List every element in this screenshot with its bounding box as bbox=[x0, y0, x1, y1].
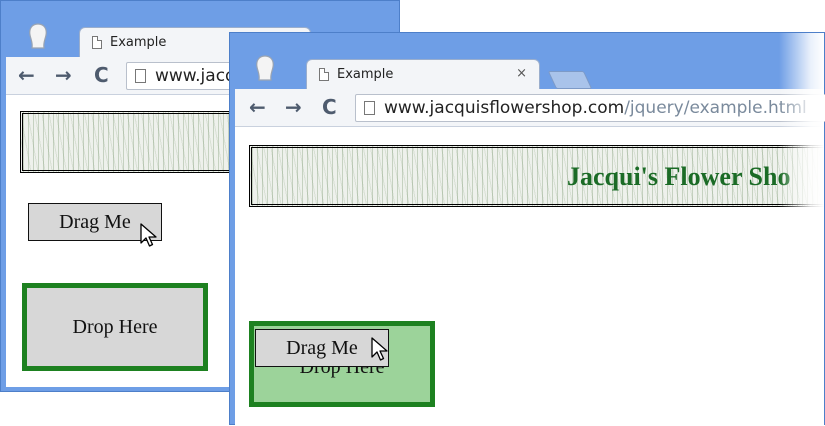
mouse-pointer-icon bbox=[140, 223, 157, 247]
new-tab-icon[interactable] bbox=[547, 71, 593, 89]
drop-here-target[interactable]: Drop Here bbox=[22, 283, 208, 371]
drag-me-box[interactable]: Drag Me bbox=[255, 329, 389, 367]
page-icon bbox=[319, 68, 329, 81]
forward-arrow-icon[interactable]: → bbox=[55, 64, 72, 86]
page-icon bbox=[135, 69, 146, 83]
browser-logo-icon bbox=[256, 55, 274, 81]
banner-title: Jacqui's Flower Sho bbox=[567, 162, 791, 191]
url-text: www.jacquisflowershop.com/jquery/example… bbox=[384, 98, 807, 118]
reload-icon[interactable]: C bbox=[322, 96, 337, 118]
page-icon bbox=[92, 36, 102, 49]
address-bar[interactable]: www.jacquisflowershop.com/jquery/example… bbox=[355, 94, 825, 122]
back-arrow-icon[interactable]: ← bbox=[18, 64, 35, 86]
page-icon bbox=[364, 101, 375, 115]
toolbar: ← → C www.jacquisflowershop.com/jquery/e… bbox=[235, 89, 825, 127]
tab-title: Example bbox=[337, 67, 394, 82]
tab-title: Example bbox=[110, 35, 167, 50]
reload-icon[interactable]: C bbox=[94, 64, 109, 86]
browser-logo-icon bbox=[29, 23, 47, 49]
mouse-pointer-icon bbox=[371, 337, 388, 361]
tab-example[interactable]: Example × bbox=[306, 59, 540, 89]
page-content: Jacqui's Flower Sho Drop Here Drag Me bbox=[235, 127, 824, 425]
close-icon[interactable]: × bbox=[516, 66, 527, 81]
banner: Jacqui's Flower Sho bbox=[249, 145, 824, 207]
back-arrow-icon[interactable]: ← bbox=[249, 96, 266, 118]
url-text: www.jacq bbox=[155, 66, 236, 86]
forward-arrow-icon[interactable]: → bbox=[285, 96, 302, 118]
browser-window-front: Example × ← → C www.jacquisflowershop.co… bbox=[229, 32, 825, 426]
